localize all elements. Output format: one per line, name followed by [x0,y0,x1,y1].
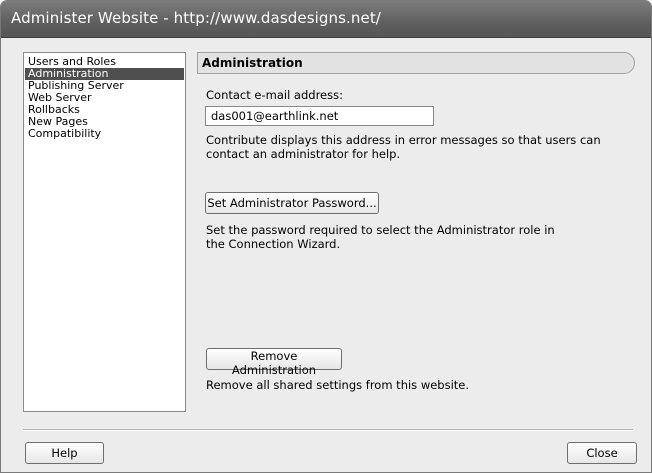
email-description: Contribute displays this address in erro… [206,133,601,161]
help-button[interactable]: Help [25,442,104,464]
panel-title: Administration [202,56,303,70]
dialog-body: Users and Roles Administration Publishin… [1,38,651,472]
footer-divider [23,429,633,431]
category-list[interactable]: Users and Roles Administration Publishin… [23,52,186,412]
remove-description: Remove all shared settings from this web… [206,378,470,392]
title-bar[interactable]: Administer Website - http://www.dasdesig… [1,1,651,38]
window-title: Administer Website - http://www.dasdesig… [11,9,381,27]
sidebar-item-compatibility[interactable]: Compatibility [25,128,184,140]
panel-header: Administration [197,52,635,74]
set-administrator-password-button[interactable]: Set Administrator Password... [205,192,379,214]
email-field[interactable] [205,106,434,126]
close-button[interactable]: Close [567,442,637,464]
password-description: Set the password required to select the … [206,223,555,251]
email-label: Contact e-mail address: [206,88,343,102]
remove-administration-button[interactable]: Remove Administration [206,348,342,377]
administer-website-dialog: Administer Website - http://www.dasdesig… [0,0,652,473]
